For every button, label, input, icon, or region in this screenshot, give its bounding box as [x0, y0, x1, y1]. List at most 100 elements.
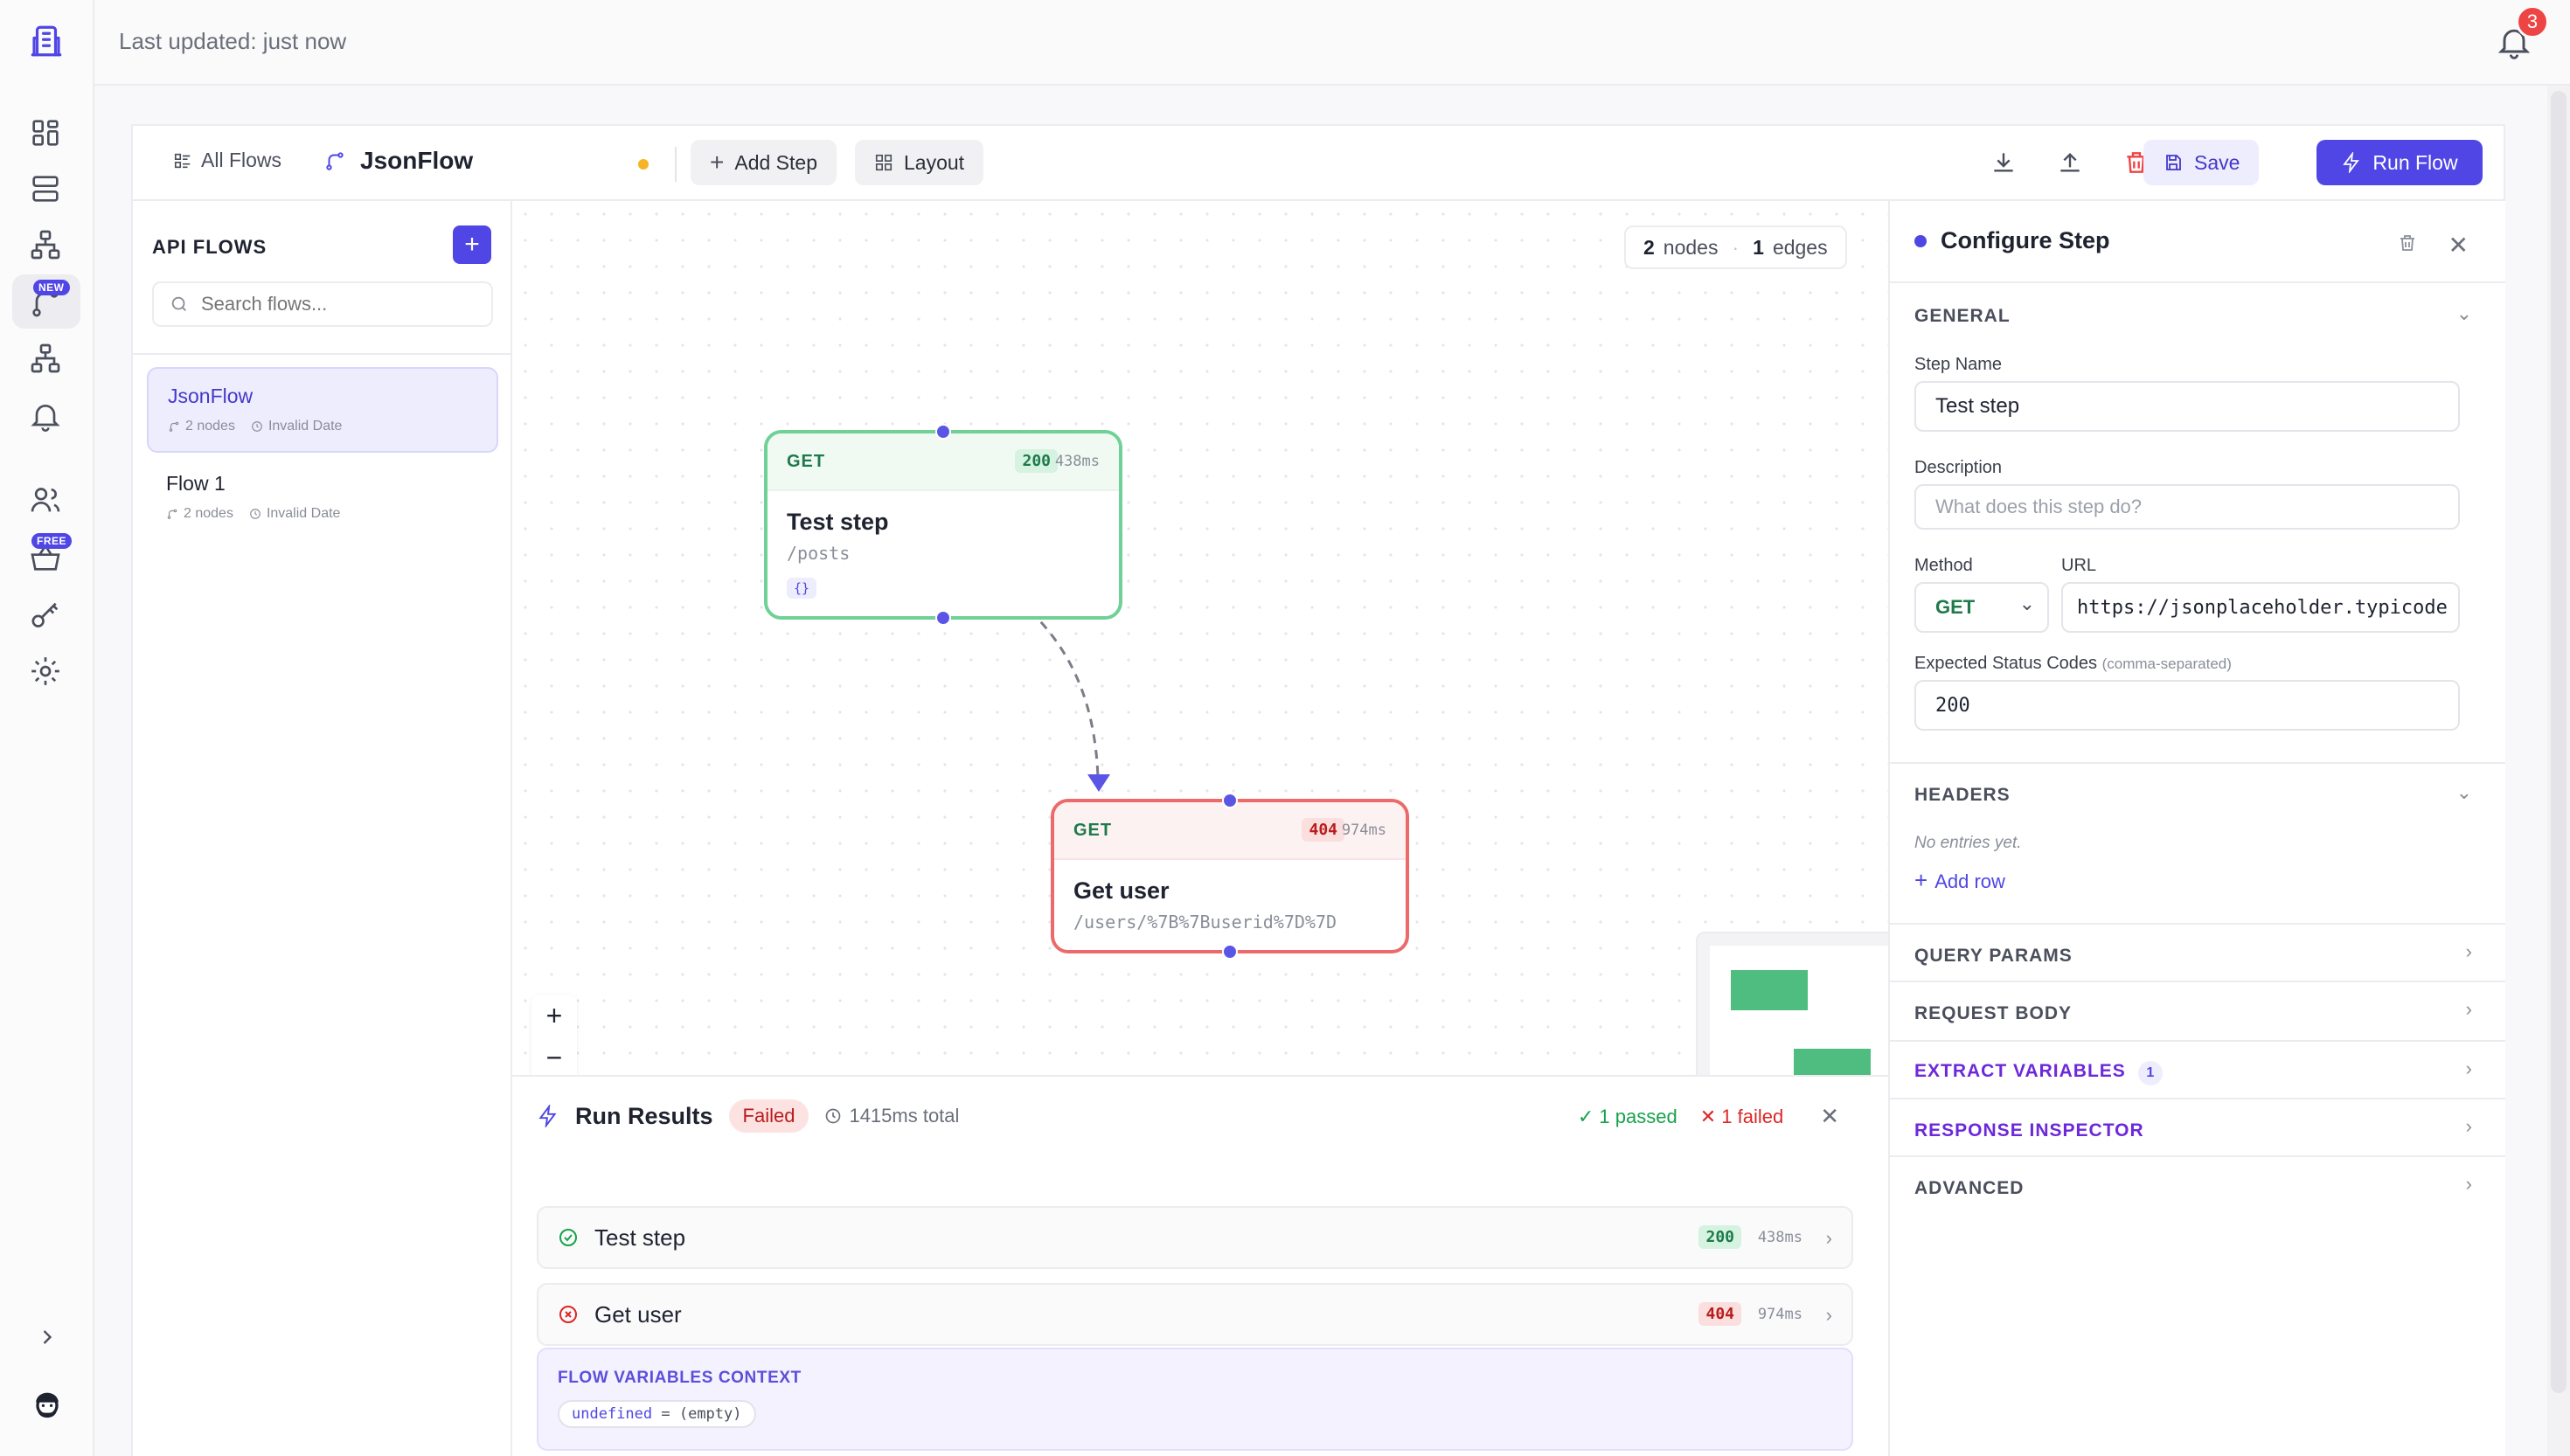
node-output-handle[interactable]	[935, 610, 951, 626]
flow-node[interactable]: GET 404 974ms Get user /users/%7B%7Buser…	[1051, 793, 1409, 960]
flow-list-item[interactable]: Flow 1 2 nodes Invalid Date	[147, 456, 498, 542]
node-input-handle[interactable]	[1222, 793, 1238, 808]
chevron-down-icon[interactable]: ⌄	[2456, 302, 2472, 325]
configure-step-panel: Configure Step ✕ GENERAL ⌄ Step Name Tes…	[1888, 201, 2505, 1456]
alerts-icon[interactable]	[28, 399, 63, 433]
download-icon[interactable]	[1990, 149, 2018, 177]
flow-name-label: JsonFlow	[360, 147, 474, 174]
close-panel-icon[interactable]: ✕	[2448, 231, 2469, 260]
request-body-section-title[interactable]: REQUEST BODY	[1914, 1003, 2072, 1024]
zoom-out-button[interactable]: −	[531, 1037, 577, 1078]
save-disk-icon	[2166, 155, 2181, 170]
network-icon[interactable]	[28, 227, 63, 262]
new-tag: NEW	[33, 280, 70, 295]
hierarchy-icon[interactable]	[28, 341, 63, 376]
step-name-input[interactable]: Test step	[1914, 381, 2460, 432]
plus-icon: +	[710, 149, 725, 176]
no-entries-text: No entries yet.	[1914, 834, 2022, 852]
panel-divider	[1890, 1155, 2505, 1157]
advanced-section-title[interactable]: ADVANCED	[1914, 1178, 2024, 1199]
run-total-duration: 1415ms total	[824, 1105, 959, 1127]
add-step-button[interactable]: + Add Step	[691, 140, 837, 185]
extract-variables-section-title[interactable]: EXTRACT VARIABLES 1	[1914, 1061, 2163, 1085]
result-status-badge: 200	[1698, 1225, 1741, 1249]
description-input[interactable]: What does this step do?	[1914, 484, 2460, 530]
chevron-down-icon: ⌄	[2018, 593, 2035, 614]
chevron-right-icon[interactable]: ›	[2466, 998, 2472, 1021]
panel-divider	[1890, 1040, 2505, 1042]
zoom-in-plus-icon: +	[545, 999, 563, 1031]
page-scrollbar[interactable]	[2551, 91, 2567, 1393]
flow-branch-icon	[326, 152, 344, 170]
panel-divider	[1890, 923, 2505, 925]
response-inspector-section-title[interactable]: RESPONSE INSPECTOR	[1914, 1120, 2144, 1141]
settings-gear-icon[interactable]	[28, 654, 63, 689]
chevron-right-icon[interactable]: ›	[2466, 940, 2472, 963]
dashboard-icon[interactable]	[28, 115, 63, 150]
users-icon[interactable]	[28, 482, 63, 517]
zoom-in-button[interactable]: +	[531, 995, 577, 1037]
url-input[interactable]: https://jsonplaceholder.typicode	[2061, 582, 2460, 633]
upload-icon[interactable]	[2056, 149, 2084, 177]
run-results-title: Run Results	[575, 1102, 713, 1129]
flow-item-name: Flow 1	[166, 472, 226, 495]
general-section-title[interactable]: GENERAL	[1914, 306, 2011, 327]
node-input-handle[interactable]	[935, 424, 951, 440]
chevron-down-icon[interactable]: ⌄	[2456, 781, 2472, 804]
add-row-button[interactable]: + Add row	[1914, 867, 2005, 894]
node-body-badge: {}	[787, 578, 817, 599]
sidebar-divider	[133, 353, 511, 355]
add-flow-button[interactable]: +	[453, 225, 491, 264]
status-codes-hint: (comma-separated)	[2101, 655, 2232, 672]
layout-label: Layout	[904, 150, 965, 174]
api-flows-heading: API FLOWS	[152, 236, 267, 258]
expand-rail-chevron-icon[interactable]	[35, 1325, 59, 1349]
flow-canvas[interactable]: 2 nodes · 1 edges GET 200 438ms Test ste…	[512, 201, 2009, 1199]
node-duration: 438ms	[1054, 453, 1100, 470]
save-button[interactable]: Save	[2143, 140, 2260, 185]
search-flows-input[interactable]	[201, 293, 463, 315]
all-flows-link[interactable]: All Flows	[173, 149, 281, 172]
url-label: URL	[2061, 556, 2097, 575]
panel-divider	[1890, 981, 2505, 982]
server-icon[interactable]	[28, 171, 63, 206]
flow-name[interactable]: JsonFlow	[323, 147, 473, 175]
result-duration: 974ms	[1757, 1306, 1802, 1323]
result-row[interactable]: Test step 200 438ms ›	[537, 1206, 1853, 1269]
chevron-right-icon[interactable]: ›	[2466, 1057, 2472, 1080]
key-icon[interactable]	[28, 598, 63, 633]
top-bar: Last updated: just now 3	[94, 0, 2570, 86]
app-logo-icon[interactable]	[28, 23, 65, 59]
layout-button[interactable]: Layout	[855, 140, 984, 185]
node-status-badge: 200	[1015, 449, 1058, 473]
node-output-handle[interactable]	[1222, 944, 1238, 960]
node-status-badge: 404	[1302, 818, 1344, 842]
query-params-section-title[interactable]: QUERY PARAMS	[1914, 946, 2073, 967]
minimap-node	[1731, 970, 1808, 1010]
headers-section-title[interactable]: HEADERS	[1914, 785, 2011, 806]
flow-variables-context: FLOW VARIABLES CONTEXT undefined = (empt…	[537, 1348, 1853, 1451]
method-select[interactable]: GET ⌄	[1914, 582, 2049, 633]
clock-icon	[252, 421, 262, 432]
chevron-right-icon[interactable]: ›	[2466, 1173, 2472, 1196]
step-indicator-dot	[1914, 234, 1927, 247]
branch-icon	[169, 421, 179, 432]
flow-node[interactable]: GET 200 438ms Test step /posts {}	[764, 424, 1122, 626]
delete-step-trash-icon[interactable]	[2397, 232, 2418, 253]
branch-icon	[167, 509, 177, 519]
flow-item-name: JsonFlow	[168, 385, 254, 407]
flow-item-date: Invalid Date	[251, 419, 342, 434]
status-codes-input[interactable]: 200	[1914, 680, 2460, 731]
run-status-badge: Failed	[728, 1099, 809, 1133]
chevron-right-icon[interactable]: ›	[2466, 1115, 2472, 1138]
result-step-name: Test step	[594, 1224, 686, 1251]
result-status-badge: 404	[1698, 1302, 1741, 1326]
flow-variables-title: FLOW VARIABLES CONTEXT	[558, 1369, 802, 1387]
flow-list-item[interactable]: JsonFlow 2 nodes Invalid Date	[147, 367, 498, 453]
user-avatar[interactable]	[28, 1390, 66, 1428]
close-results-icon[interactable]: ✕	[1820, 1103, 1839, 1130]
result-row[interactable]: Get user 404 974ms ›	[537, 1283, 1853, 1346]
run-flow-button[interactable]: Run Flow	[2316, 140, 2483, 185]
toolbar-divider	[675, 147, 677, 182]
lightning-icon	[538, 1105, 557, 1127]
